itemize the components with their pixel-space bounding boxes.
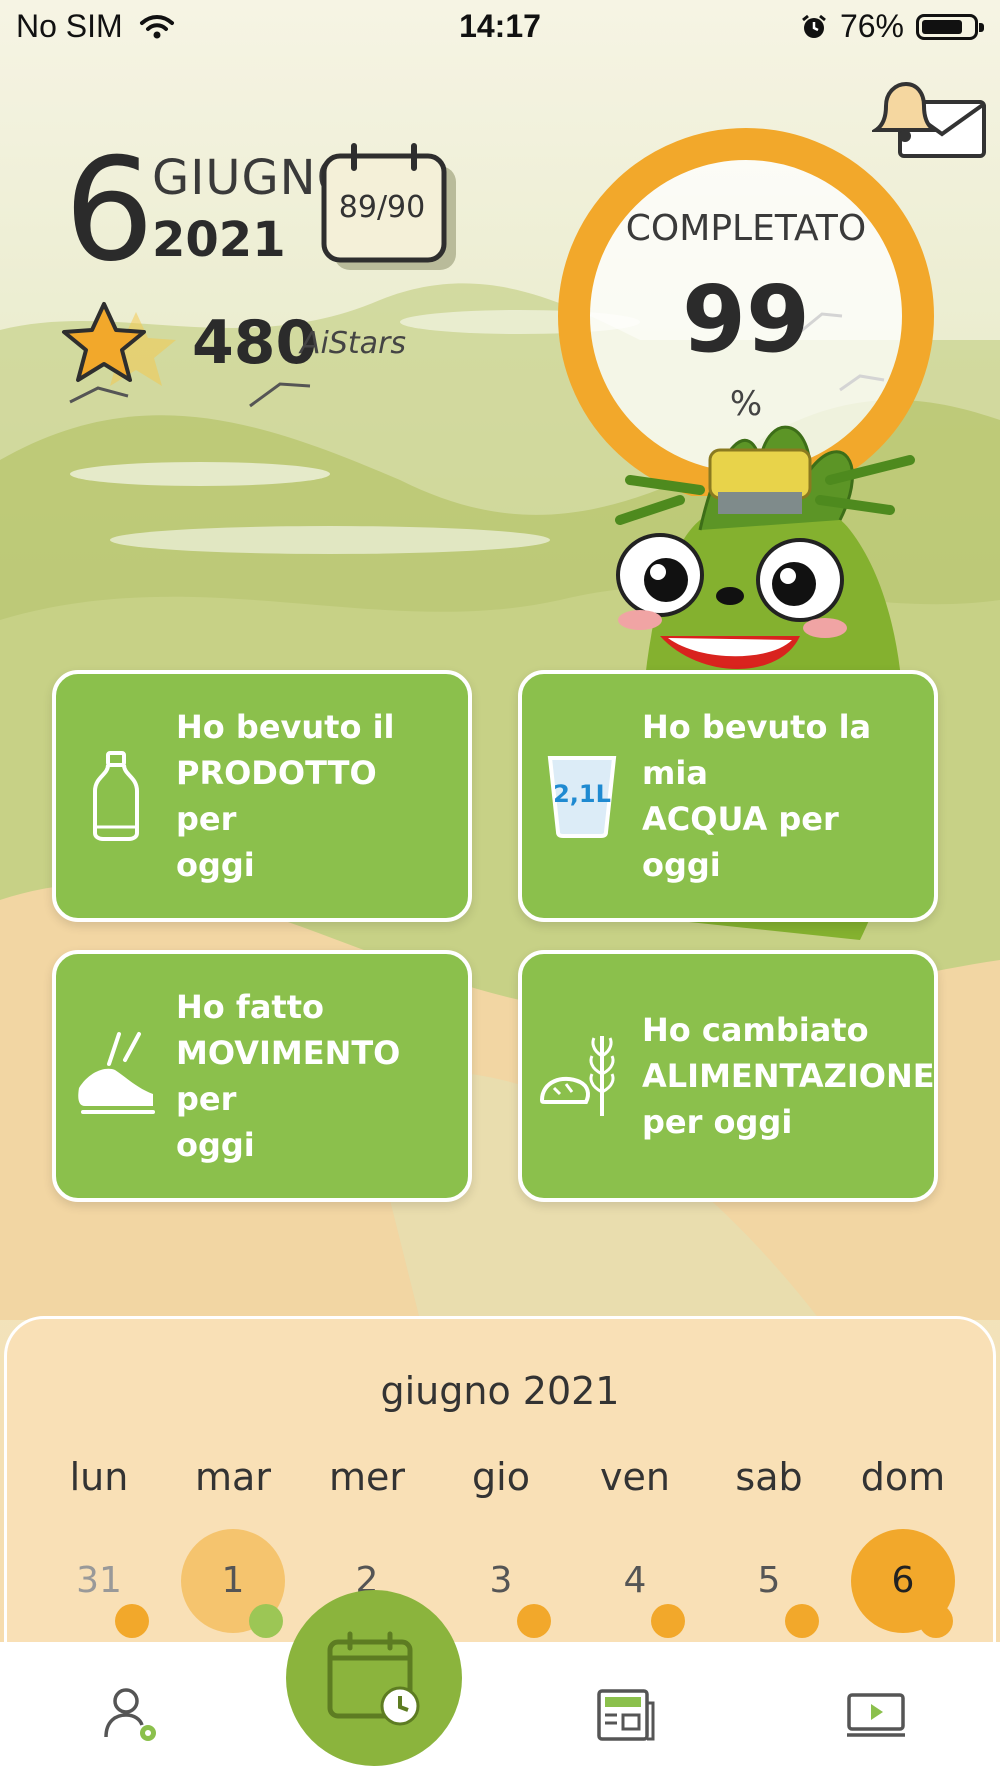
- weekday-label: sab: [735, 1455, 803, 1499]
- weekday-label: lun: [69, 1455, 129, 1499]
- weekday-label: gio: [472, 1455, 530, 1499]
- changed-diet-label: Ho cambiato ALIMENTAZIONE per oggi: [642, 1011, 935, 1141]
- video-icon: [847, 1693, 905, 1737]
- status-dot: [785, 1604, 819, 1638]
- battery-percent: 76%: [839, 8, 904, 44]
- water-amount: 2,1L: [553, 780, 611, 808]
- did-exercise-label: Ho fatto MOVIMENTO per oggi: [176, 988, 401, 1164]
- drank-water-button[interactable]: 2,1L Ho bevuto la mia ACQUA per oggi: [518, 670, 938, 922]
- nav-video[interactable]: [836, 1680, 916, 1750]
- bread-wheat-icon: [539, 1036, 615, 1116]
- drank-product-button[interactable]: Ho bevuto il PRODOTTO per oggi: [52, 670, 472, 922]
- did-exercise-button[interactable]: Ho fatto MOVIMENTO per oggi: [52, 950, 472, 1202]
- drank-product-label: Ho bevuto il PRODOTTO per oggi: [176, 708, 395, 884]
- date-day: 6: [64, 128, 154, 293]
- stars-count: 480: [192, 308, 318, 378]
- weekday-label: mar: [195, 1455, 271, 1499]
- status-dot: [651, 1604, 685, 1638]
- calendar-fab-button[interactable]: [286, 1590, 462, 1766]
- completion-label: COMPLETATO: [625, 208, 867, 249]
- battery-icon: [916, 13, 984, 40]
- status-dot: [517, 1604, 551, 1638]
- profile-settings-icon: [104, 1688, 156, 1741]
- nav-profile[interactable]: [90, 1680, 170, 1750]
- calendar-clock-icon: [327, 1631, 420, 1726]
- water-glass-icon: 2,1L: [546, 754, 618, 838]
- week-calendar: giugno 2021 lun mar mer gio ven sab dom …: [4, 1316, 996, 1656]
- weekday-label: ven: [600, 1455, 670, 1499]
- date-year: 2021: [152, 212, 286, 268]
- status-dot: [919, 1604, 953, 1638]
- bottom-nav: [0, 1642, 1000, 1778]
- stars-label: AiStars: [300, 326, 407, 361]
- day-progress-text: 89/90: [338, 190, 426, 225]
- day-progress-badge: 89/90: [320, 142, 460, 274]
- weekday-label: mer: [328, 1455, 406, 1499]
- sneaker-icon: [78, 1032, 155, 1114]
- status-dot: [115, 1604, 149, 1638]
- alarm-icon: [802, 14, 826, 38]
- nav-news[interactable]: [586, 1680, 666, 1750]
- weekday-label: dom: [860, 1455, 946, 1499]
- drank-water-label: Ho bevuto la mia ACQUA per oggi: [642, 708, 872, 884]
- calendar-month-title: giugno 2021: [380, 1369, 620, 1413]
- news-icon: [597, 1689, 655, 1741]
- star-icon: [62, 302, 176, 386]
- completion-value: 99: [681, 266, 811, 373]
- bottle-icon: [93, 751, 139, 841]
- status-bar: No SIM 14:17 76%: [0, 0, 1000, 56]
- changed-diet-button[interactable]: Ho cambiato ALIMENTAZIONE per oggi: [518, 950, 938, 1202]
